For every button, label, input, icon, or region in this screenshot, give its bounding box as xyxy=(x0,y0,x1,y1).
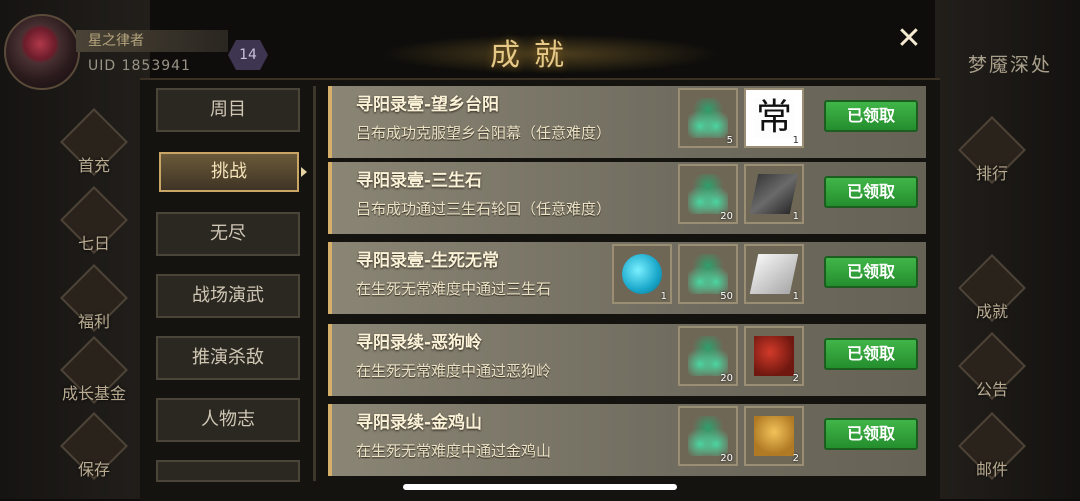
char-chang-icon: 常 xyxy=(754,97,794,138)
player-level-badge: 14 xyxy=(228,40,268,70)
reward-count: 1 xyxy=(792,291,799,302)
save-icon[interactable]: 保存 xyxy=(60,412,128,480)
nav-divider xyxy=(313,86,316,481)
reward-count: 50 xyxy=(720,291,733,302)
achievement-row: 寻阳录壹-三生石 吕布成功通过三生石轮回（任意难度） 20 1 已领取 xyxy=(328,162,926,234)
reward-count: 2 xyxy=(792,453,799,464)
reward-count: 20 xyxy=(720,453,733,464)
player-name: 星之律者 xyxy=(76,30,228,52)
save-label: 保存 xyxy=(77,460,110,479)
claimed-button[interactable]: 已领取 xyxy=(824,338,918,370)
seven-day-icon[interactable]: 七日 xyxy=(60,186,128,254)
seven-day-label: 七日 xyxy=(77,234,110,253)
achievement-desc: 吕布成功通过三生石轮回（任意难度） xyxy=(356,200,612,218)
reward-item[interactable]: 20 xyxy=(678,164,738,224)
reward-count: 1 xyxy=(660,291,667,302)
achievement-title: 寻阳录壹-望乡台阳 xyxy=(356,95,500,115)
mail-label: 邮件 xyxy=(975,460,1008,479)
reward-item[interactable]: 1 xyxy=(744,244,804,304)
reward-item[interactable]: 50 xyxy=(678,244,738,304)
herb-icon xyxy=(688,254,728,294)
tab-more[interactable] xyxy=(156,460,300,482)
achievement-row: 寻阳录壹-望乡台阳 吕布成功克服望乡台阳幕（任意难度） 5 常 1 已领取 xyxy=(328,86,926,158)
tab-endless[interactable]: 无尽 xyxy=(156,212,300,256)
page-title: 成就 xyxy=(490,38,578,73)
reward-item[interactable]: 20 xyxy=(678,326,738,386)
reward-count: 20 xyxy=(720,373,733,384)
tab-character-log[interactable]: 人物志 xyxy=(156,398,300,442)
growth-fund-icon[interactable]: 成长基金 xyxy=(60,336,128,404)
player-uid: UID 1853941 xyxy=(88,58,191,74)
herb-icon xyxy=(688,336,728,376)
reward-item[interactable]: 2 xyxy=(744,406,804,466)
claimed-button[interactable]: 已领取 xyxy=(824,418,918,450)
reward-item[interactable]: 20 xyxy=(678,406,738,466)
tab-battlefield[interactable]: 战场演武 xyxy=(156,274,300,318)
tab-challenge[interactable]: 挑战 xyxy=(159,152,307,192)
achievement-title: 寻阳录壹-三生石 xyxy=(356,171,483,191)
close-button[interactable]: ✕ xyxy=(894,24,924,54)
reward-count: 1 xyxy=(792,211,799,222)
reward-item[interactable]: 1 xyxy=(744,164,804,224)
tab-deduce-kill[interactable]: 推演杀敌 xyxy=(156,336,300,380)
herb-icon xyxy=(688,416,728,456)
reward-count: 2 xyxy=(792,373,799,384)
mail-icon[interactable]: 邮件 xyxy=(958,412,1026,480)
herb-icon xyxy=(688,98,728,138)
reward-count: 5 xyxy=(726,135,733,146)
player-avatar[interactable] xyxy=(4,14,80,90)
achievement-title: 寻阳录续-金鸡山 xyxy=(356,413,483,433)
home-indicator[interactable] xyxy=(403,484,677,490)
claimed-button[interactable]: 已领取 xyxy=(824,100,918,132)
achievement-row: 寻阳录壹-生死无常 在生死无常难度中通过三生石 1 50 1 已领取 xyxy=(328,242,926,314)
achievement-title: 寻阳录续-恶狗岭 xyxy=(356,333,483,353)
achievement-title: 寻阳录壹-生死无常 xyxy=(356,251,500,271)
achievement-side-icon[interactable]: 成就 xyxy=(958,254,1026,322)
announcement-icon[interactable]: 公告 xyxy=(958,332,1026,400)
reward-item[interactable]: 2 xyxy=(744,326,804,386)
achievement-desc: 在生死无常难度中通过恶狗岭 xyxy=(356,362,552,380)
announcement-label: 公告 xyxy=(975,380,1008,399)
iron-cloth-icon xyxy=(749,174,799,214)
armor-icon xyxy=(754,336,794,376)
welfare-icon[interactable]: 福利 xyxy=(60,264,128,332)
achievement-side-label: 成就 xyxy=(975,302,1008,321)
growth-fund-label: 成长基金 xyxy=(61,384,126,403)
achievement-row: 寻阳录续-恶狗岭 在生死无常难度中通过恶狗岭 20 2 已领取 xyxy=(328,324,926,396)
grain-icon xyxy=(754,416,794,456)
ranking-label: 排行 xyxy=(975,164,1008,183)
herb-icon xyxy=(688,174,728,214)
nightmare-depth-title[interactable]: 梦魇深处 xyxy=(968,50,1052,77)
ranking-icon[interactable]: 排行 xyxy=(958,116,1026,184)
reward-count: 1 xyxy=(792,135,799,146)
reward-item[interactable]: 1 xyxy=(612,244,672,304)
achievement-desc: 在生死无常难度中通过金鸡山 xyxy=(356,442,552,460)
tab-zhoumu[interactable]: 周目 xyxy=(156,88,300,132)
first-recharge-label: 首充 xyxy=(77,156,110,175)
claimed-button[interactable]: 已领取 xyxy=(824,176,918,208)
achievement-desc: 在生死无常难度中通过三生石 xyxy=(356,280,552,298)
achievement-row: 寻阳录续-金鸡山 在生死无常难度中通过金鸡山 20 2 已领取 xyxy=(328,404,926,476)
reward-count: 20 xyxy=(720,211,733,222)
claimed-button[interactable]: 已领取 xyxy=(824,256,918,288)
reward-item[interactable]: 5 xyxy=(678,88,738,148)
white-cloth-icon xyxy=(749,254,799,294)
gem-icon xyxy=(622,254,662,294)
reward-item[interactable]: 常 1 xyxy=(744,88,804,148)
achievement-desc: 吕布成功克服望乡台阳幕（任意难度） xyxy=(356,124,612,142)
first-recharge-icon[interactable]: 首充 xyxy=(60,108,128,176)
welfare-label: 福利 xyxy=(77,312,110,331)
